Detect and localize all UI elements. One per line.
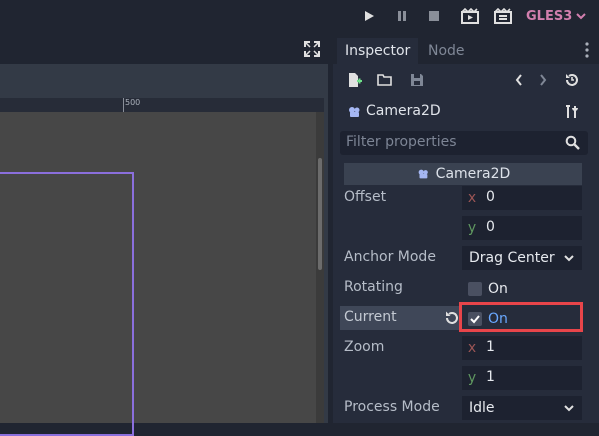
save-icon	[411, 74, 423, 86]
anchor-mode-label: Anchor Mode	[344, 249, 436, 265]
section-header[interactable]: Camera2D	[344, 163, 582, 185]
new-resource-button[interactable]	[346, 72, 362, 92]
offset-x-value: 0	[486, 189, 495, 205]
zoom-x-value: 1	[486, 339, 495, 355]
offset-y-field[interactable]	[462, 216, 582, 240]
process-mode-value: Idle	[469, 400, 495, 416]
history-back-button[interactable]	[514, 72, 526, 92]
annotation-highlight-box	[459, 302, 583, 332]
play-custom-scene-icon	[494, 8, 512, 24]
rotating-checkbox[interactable]: On	[468, 281, 508, 297]
play-button[interactable]	[359, 6, 379, 26]
offset-label: Offset	[344, 189, 387, 205]
stop-button[interactable]	[424, 6, 444, 26]
folder-open-icon	[377, 74, 392, 86]
node-name: Camera2D	[366, 103, 441, 119]
chevron-down-icon	[564, 255, 574, 262]
zoom-label: Zoom	[344, 339, 385, 355]
offset-y-value: 0	[486, 219, 495, 235]
ruler-tick	[123, 98, 124, 112]
rotating-label: Rotating	[344, 279, 403, 295]
anchor-mode-value: Drag Center	[469, 250, 555, 266]
dock-menu-button[interactable]	[584, 42, 590, 58]
distraction-free-button[interactable]	[304, 41, 322, 59]
offset-y-axis: y	[467, 220, 477, 236]
chevron-down-icon	[576, 13, 586, 20]
zoom-x-field[interactable]	[462, 336, 582, 360]
checkbox-unchecked	[468, 282, 482, 296]
viewport-toolbar	[0, 36, 328, 64]
renderer-label: GLES3	[526, 8, 573, 24]
history-forward-button[interactable]	[538, 72, 550, 92]
zoom-y-field[interactable]	[462, 366, 582, 390]
offset-x-axis: x	[467, 190, 477, 206]
reload-icon	[446, 311, 458, 324]
anchor-mode-select[interactable]: Drag Center	[462, 246, 582, 270]
renderer-select[interactable]: GLES3	[526, 6, 586, 26]
zoom-y-value: 1	[486, 369, 495, 385]
play-custom-scene-button[interactable]	[493, 6, 513, 26]
history-icon	[566, 74, 578, 86]
tab-inspector[interactable]: Inspector	[337, 38, 419, 64]
vertical-dots-icon	[585, 42, 589, 58]
camera2d-node-icon	[346, 104, 362, 120]
save-resource-button[interactable]	[409, 72, 425, 92]
process-mode-select[interactable]: Idle	[462, 396, 582, 420]
current-label: Current	[344, 309, 397, 325]
object-properties-button[interactable]	[564, 104, 580, 120]
camera-bounds-rect	[0, 172, 134, 436]
stop-icon	[429, 11, 439, 21]
history-button[interactable]	[564, 72, 580, 92]
tools-icon	[566, 105, 578, 118]
process-mode-label: Process Mode	[344, 399, 440, 415]
pause-button[interactable]	[392, 6, 412, 26]
new-resource-icon	[349, 73, 362, 87]
tab-node[interactable]: Node	[420, 38, 473, 64]
zoom-y-axis: y	[467, 370, 477, 386]
play-icon	[365, 11, 374, 21]
pause-icon	[398, 11, 406, 21]
section-title: Camera2D	[435, 166, 511, 182]
ruler-label: 500	[125, 98, 141, 107]
chevron-down-icon	[564, 405, 574, 412]
filter-placeholder: Filter properties	[346, 134, 457, 150]
zoom-x-axis: x	[467, 340, 477, 356]
play-scene-button[interactable]	[460, 6, 480, 26]
horizontal-ruler: 500	[0, 98, 324, 113]
chevron-right-icon	[540, 74, 547, 86]
play-scene-icon	[461, 8, 479, 24]
camera2d-icon	[418, 169, 428, 179]
offset-x-field[interactable]	[462, 186, 582, 210]
rotating-value: On	[488, 281, 508, 297]
search-icon	[565, 135, 580, 150]
revert-button[interactable]	[444, 310, 460, 326]
scrollbar-thumb[interactable]	[318, 158, 322, 270]
expand-icon	[304, 41, 320, 57]
load-resource-button[interactable]	[377, 72, 393, 92]
chevron-left-icon	[515, 74, 522, 86]
